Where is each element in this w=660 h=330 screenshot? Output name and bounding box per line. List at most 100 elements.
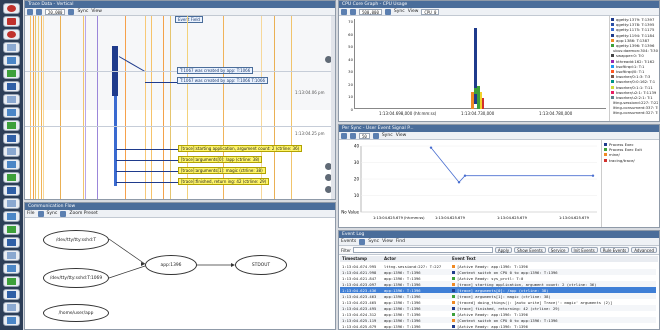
terminal-button[interactable] (3, 185, 20, 196)
sync-icon[interactable] (68, 8, 75, 15)
signal-plot[interactable]: 40 30 20 10 No Value 1:13:04.625.679 (hh:mm:s… (339, 140, 601, 227)
log-text: [Active Ready: sys_prctl: T:0 (457, 275, 524, 281)
cpu-bar[interactable] (471, 92, 474, 109)
zoom-out-icon[interactable] (36, 8, 42, 15)
comm-flow-tab[interactable]: Communication Flow (25, 203, 335, 210)
event-tag[interactable]: [trace]:finished, return ing: 42 (ctrlin… (178, 178, 270, 185)
sync-icon[interactable] (37, 210, 44, 217)
camera-icon (7, 31, 16, 38)
log-view-button[interactable] (3, 42, 20, 53)
vertical-scrollbar[interactable] (331, 16, 335, 199)
zoom-input[interactable]: 20,000 (45, 8, 66, 15)
camera-button[interactable] (3, 29, 20, 40)
dots-button[interactable] (3, 250, 20, 261)
graph-button[interactable] (3, 81, 20, 92)
flow-node[interactable]: /dev/tty/tty:sshd:T:1069 (43, 268, 109, 288)
sync-icon[interactable] (384, 8, 391, 15)
layers-button[interactable] (3, 172, 20, 183)
column-header[interactable]: Actor (384, 256, 452, 262)
settings-button[interactable] (3, 94, 20, 105)
list-button[interactable] (3, 120, 20, 131)
stop-button[interactable] (3, 16, 20, 27)
graph-button[interactable] (3, 68, 20, 79)
legend-item[interactable]: tracing/trace/ (604, 158, 657, 163)
sync-label[interactable]: Sync (382, 133, 393, 138)
flow-canvas[interactable]: /dev/tty/tty:sshd:T /dev/tty/tty:sshd:T:… (25, 218, 335, 329)
service-button[interactable]: Service (547, 247, 569, 253)
graph-button[interactable] (3, 133, 20, 144)
zoom-in-icon[interactable] (341, 8, 347, 15)
zoom-preset-menu[interactable]: Zoom Preset (69, 211, 97, 216)
timeline-icon (7, 57, 16, 64)
graph-button[interactable] (3, 146, 20, 157)
flow-button[interactable] (3, 289, 20, 300)
cpu-button[interactable] (3, 302, 20, 313)
zoom-input[interactable]: 50 (359, 132, 370, 139)
graph-button[interactable] (3, 198, 20, 209)
cpu-select[interactable]: CPU 0 (421, 8, 440, 15)
flow-node[interactable]: STDOUT (235, 255, 287, 275)
show-events-button[interactable]: Show Events (514, 247, 546, 253)
view-menu[interactable]: View (91, 9, 102, 14)
event-tag[interactable]: [trace]:starting application, argument c… (178, 145, 303, 152)
window-button[interactable] (3, 263, 20, 274)
rule-events-button[interactable]: Rule Events (599, 247, 630, 253)
y-tick: 20 (348, 81, 353, 87)
file-menu[interactable]: File (27, 211, 35, 216)
sync-icon[interactable] (372, 132, 379, 139)
legend-item[interactable]: lttng-consumerd:327: T:1 (611, 110, 658, 115)
signal-graph-tab[interactable]: Per Sync - User Event Signal P... (339, 125, 659, 132)
bar-chart-button[interactable] (3, 107, 20, 118)
record-button[interactable] (3, 3, 20, 14)
log-time: 1:13:04.625.119 (342, 317, 377, 323)
zoom-icon[interactable] (60, 210, 67, 217)
log-row[interactable]: 1:13:04.625.679 app:1396: T:1396 [Active R… (340, 323, 656, 329)
zoom-in-icon[interactable] (341, 132, 347, 139)
cpu-plot[interactable]: 70 60 50 40 30 20 10 0 1:13:04.698,000 (hh:mm:s… (339, 16, 609, 121)
sync-label[interactable]: Sync (394, 9, 405, 14)
legend-swatch (611, 85, 614, 89)
legend-swatch (611, 28, 614, 32)
init-events-button[interactable]: Init Events (570, 247, 598, 253)
column-header[interactable]: Event Text (452, 256, 658, 262)
flow-node[interactable]: app:1396 (145, 255, 197, 275)
main-toolbar (0, 0, 23, 330)
zoom-out-icon[interactable] (350, 8, 356, 15)
event-tag[interactable]: [trace]:arguments[0]: /app (ctrline: 38) (178, 156, 263, 163)
timeline-canvas[interactable]: Event Field T:1067 was created by app: T… (25, 16, 335, 199)
flow-node[interactable]: /home/user/app (43, 304, 109, 322)
grid-button[interactable] (3, 237, 20, 248)
cpu-graph-toolbar: 500,000 Sync View CPU 0 (339, 8, 659, 16)
timeline-button[interactable] (3, 55, 20, 66)
event-log-tab[interactable]: Event Log (339, 231, 659, 238)
zoom-out-icon[interactable] (350, 132, 356, 139)
cpu-graph-tab[interactable]: CPU Core Graph - CPU Usage (339, 1, 659, 8)
view-menu[interactable]: View (382, 239, 393, 244)
scroll-button[interactable] (3, 315, 20, 326)
annotation[interactable]: T:1067 was created by app: T:1066 (177, 67, 254, 74)
flow-node[interactable]: /dev/tty/tty:sshd:T (43, 230, 109, 250)
thread-bar[interactable] (114, 96, 117, 186)
find-menu[interactable]: Find (396, 239, 405, 244)
filter-input[interactable] (352, 247, 493, 253)
sync-menu[interactable]: Sync (47, 211, 58, 216)
timeline-tab[interactable]: Trace Data - Vertical (25, 1, 335, 8)
zoom-input[interactable]: 500,000 (359, 8, 382, 15)
advanced-button[interactable]: Advanced (631, 247, 658, 253)
tree-button[interactable] (3, 276, 20, 287)
sync-menu[interactable]: Sync (368, 239, 379, 244)
sync-label[interactable]: Sync (77, 9, 88, 14)
cpu-bar[interactable] (482, 98, 484, 109)
chart-button[interactable] (3, 211, 20, 222)
sync-icon[interactable] (359, 238, 366, 245)
grid-button[interactable] (3, 159, 20, 170)
annotation[interactable]: T:1067 was created by app: T:1066 T:1066 (177, 77, 269, 84)
view-menu[interactable]: View (408, 9, 419, 14)
graph-button[interactable] (3, 224, 20, 235)
zoom-in-icon[interactable] (27, 8, 33, 15)
column-header[interactable]: Timestamp (340, 256, 384, 262)
events-menu[interactable]: Events (341, 239, 356, 244)
view-menu[interactable]: View (396, 133, 407, 138)
event-tag[interactable]: [trace]:arguments[1]: magic (ctrline: 38… (178, 167, 266, 174)
apply-button[interactable]: Apply (494, 247, 513, 253)
